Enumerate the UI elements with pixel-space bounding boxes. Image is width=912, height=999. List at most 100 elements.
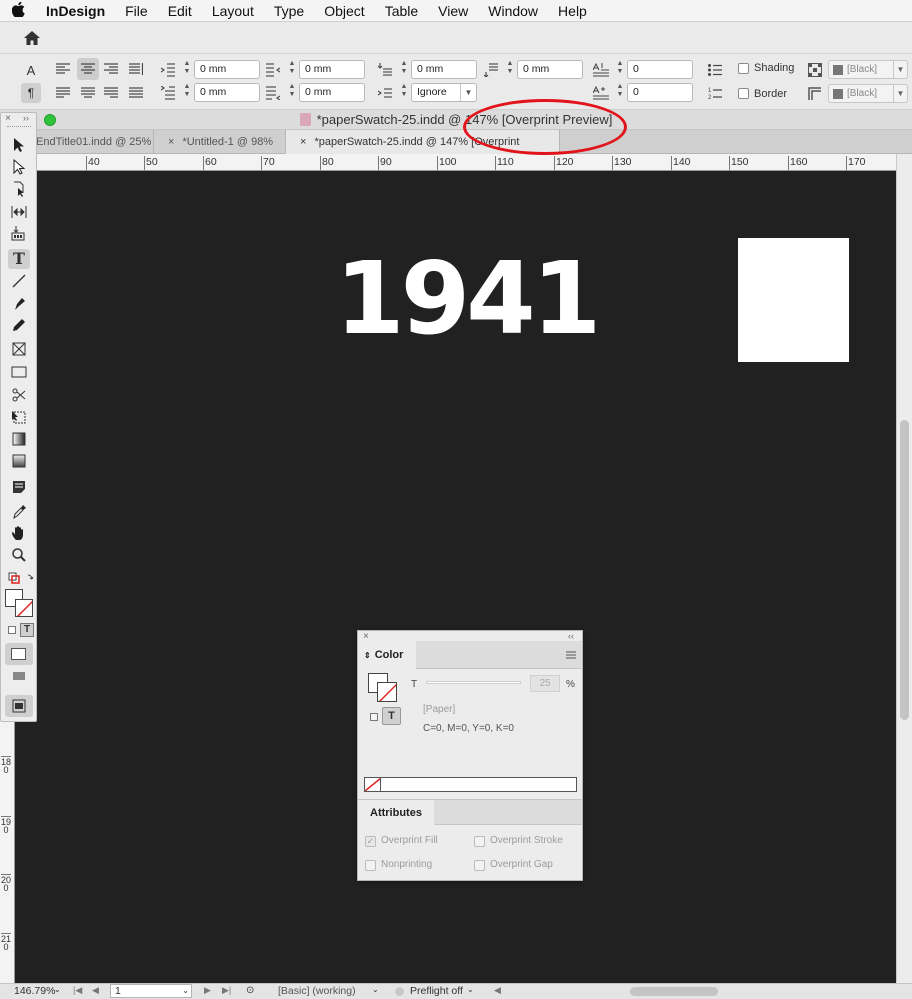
overprint-gap-checkbox[interactable] (474, 860, 485, 871)
collapse-icon[interactable]: ›› (23, 113, 29, 123)
first-line-indent-field[interactable]: 0 mm (194, 83, 260, 102)
default-fill-stroke-icon[interactable] (8, 571, 34, 587)
scissors-tool-icon[interactable] (8, 387, 30, 407)
stroke-swatch[interactable] (15, 599, 33, 617)
bulleted-list-icon[interactable] (706, 61, 724, 79)
menu-table[interactable]: Table (375, 0, 428, 22)
justify-left-icon[interactable] (54, 84, 72, 102)
shading-checkbox[interactable] (738, 63, 749, 74)
menu-file[interactable]: File (115, 0, 158, 22)
window-zoom-button[interactable] (44, 114, 56, 126)
left-indent-stepper[interactable]: ▲ ▼ (181, 60, 193, 79)
apply-color-button[interactable] (5, 643, 33, 665)
align-right-icon[interactable] (102, 60, 120, 78)
justify-center-icon[interactable] (79, 84, 97, 102)
apple-icon[interactable] (0, 1, 36, 20)
paragraph-formatting-icon[interactable]: ¶ (21, 83, 41, 103)
menu-type[interactable]: Type (264, 0, 314, 22)
panel-fill-stroke-swatches[interactable] (368, 673, 398, 703)
align-towards-spine-icon[interactable] (127, 60, 145, 78)
pencil-tool-icon[interactable] (8, 317, 30, 337)
align-to-grid-stepper[interactable]: ▲ ▼ (398, 83, 410, 102)
tab-untitled-1[interactable]: × *Untitled-1 @ 98% (154, 130, 286, 154)
paper-filled-frame[interactable] (738, 238, 849, 362)
color-ramp[interactable] (364, 777, 577, 792)
drop-cap-characters-stepper[interactable]: ▲ ▼ (614, 83, 626, 102)
formatting-text-icon[interactable]: T (382, 707, 401, 725)
preflight-status[interactable]: Preflight off (410, 985, 463, 997)
horizontal-scrollbar-thumb[interactable] (630, 987, 718, 996)
justify-right-icon[interactable] (102, 84, 120, 102)
first-line-indent-stepper[interactable]: ▲ ▼ (181, 83, 193, 102)
panel-grip[interactable] (7, 126, 31, 128)
free-transform-tool-icon[interactable] (8, 409, 30, 429)
vertical-scrollbar[interactable] (896, 154, 912, 983)
next-page-icon[interactable]: ▶ (204, 985, 211, 996)
last-line-indent-field[interactable]: 0 mm (299, 83, 365, 102)
align-to-grid-select[interactable]: Ignore ▼ (411, 83, 477, 102)
none-swatch[interactable] (365, 778, 381, 791)
left-indent-field[interactable]: 0 mm (194, 60, 260, 79)
stroke-swatch[interactable] (377, 682, 397, 702)
menu-view[interactable]: View (428, 0, 478, 22)
content-collector-tool-icon[interactable] (8, 225, 30, 245)
open-page-icon[interactable]: ⊙ (246, 985, 254, 996)
tint-slider[interactable] (426, 681, 521, 684)
page-text-frame[interactable]: 1941 (335, 240, 601, 357)
page-tool-icon[interactable] (8, 181, 30, 201)
space-before-stepper[interactable]: ▲ ▼ (398, 60, 410, 79)
character-formatting-icon[interactable]: A (22, 61, 40, 79)
chevron-down-icon[interactable]: ⌄ (372, 985, 379, 994)
menu-indesign[interactable]: InDesign (36, 0, 115, 22)
selection-tool-icon[interactable] (8, 137, 30, 157)
screen-mode-button[interactable] (5, 695, 33, 717)
horizontal-ruler[interactable]: 40 50 60 70 80 90 100 110 120 130 140 15… (36, 154, 896, 171)
gradient-feather-tool-icon[interactable] (8, 453, 30, 473)
menu-layout[interactable]: Layout (202, 0, 264, 22)
overprint-fill-checkbox[interactable]: ✓ (365, 836, 376, 847)
overprint-stroke-checkbox[interactable] (474, 836, 485, 847)
close-icon[interactable]: × (168, 136, 174, 148)
shading-swatch-select[interactable]: [Black] ▼ (828, 60, 908, 79)
tab-color[interactable]: ⇕ Color (358, 641, 416, 669)
scrollbar-thumb[interactable] (900, 420, 909, 720)
zoom-tool-icon[interactable] (8, 547, 30, 567)
chevron-down-icon[interactable]: ⌄ (467, 985, 474, 994)
panel-menu-icon[interactable] (566, 650, 576, 659)
border-swatch-select[interactable]: [Black] ▼ (828, 84, 908, 103)
close-icon[interactable]: × (5, 113, 11, 124)
gradient-swatch-tool-icon[interactable] (8, 431, 30, 451)
formatting-text-icon[interactable]: T (20, 623, 34, 637)
home-icon[interactable] (20, 28, 44, 48)
collapse-icon[interactable]: ‹‹ (568, 631, 574, 641)
shading-settings-icon[interactable] (806, 61, 824, 79)
formatting-container-icon[interactable] (370, 713, 378, 721)
space-before-field[interactable]: 0 mm (411, 60, 477, 79)
gap-tool-icon[interactable] (8, 203, 30, 223)
space-after-stepper[interactable]: ▲ ▼ (504, 60, 516, 79)
fill-stroke-swatches[interactable] (5, 589, 35, 619)
border-checkbox[interactable] (738, 88, 749, 99)
formatting-container-icon[interactable] (8, 626, 16, 634)
first-page-icon[interactable]: |◀ (73, 985, 82, 996)
apply-gradient-icon[interactable] (8, 669, 30, 689)
line-tool-icon[interactable] (8, 273, 30, 293)
menu-help[interactable]: Help (548, 0, 597, 22)
last-page-icon[interactable]: ▶| (222, 985, 231, 996)
vertical-ruler[interactable]: 180 190 200 210 (0, 720, 15, 983)
border-settings-icon[interactable] (806, 85, 824, 103)
page-number-field[interactable]: 1 ⌄ (110, 984, 192, 998)
right-indent-stepper[interactable]: ▲ ▼ (286, 60, 298, 79)
justify-all-icon[interactable] (127, 84, 145, 102)
align-left-icon[interactable] (54, 60, 72, 78)
numbered-list-icon[interactable]: 12 (706, 84, 724, 102)
last-line-indent-stepper[interactable]: ▲ ▼ (286, 83, 298, 102)
menu-object[interactable]: Object (314, 0, 374, 22)
eyedropper-tool-icon[interactable] (8, 503, 30, 523)
drop-cap-characters-field[interactable]: 0 (627, 83, 693, 102)
tint-field[interactable]: 25 (530, 675, 560, 692)
chevron-down-icon[interactable]: ⌄ (54, 985, 61, 994)
preflight-profile[interactable]: [Basic] (working) (278, 985, 356, 997)
direct-selection-tool-icon[interactable] (8, 158, 30, 179)
nonprinting-checkbox[interactable] (365, 860, 376, 871)
